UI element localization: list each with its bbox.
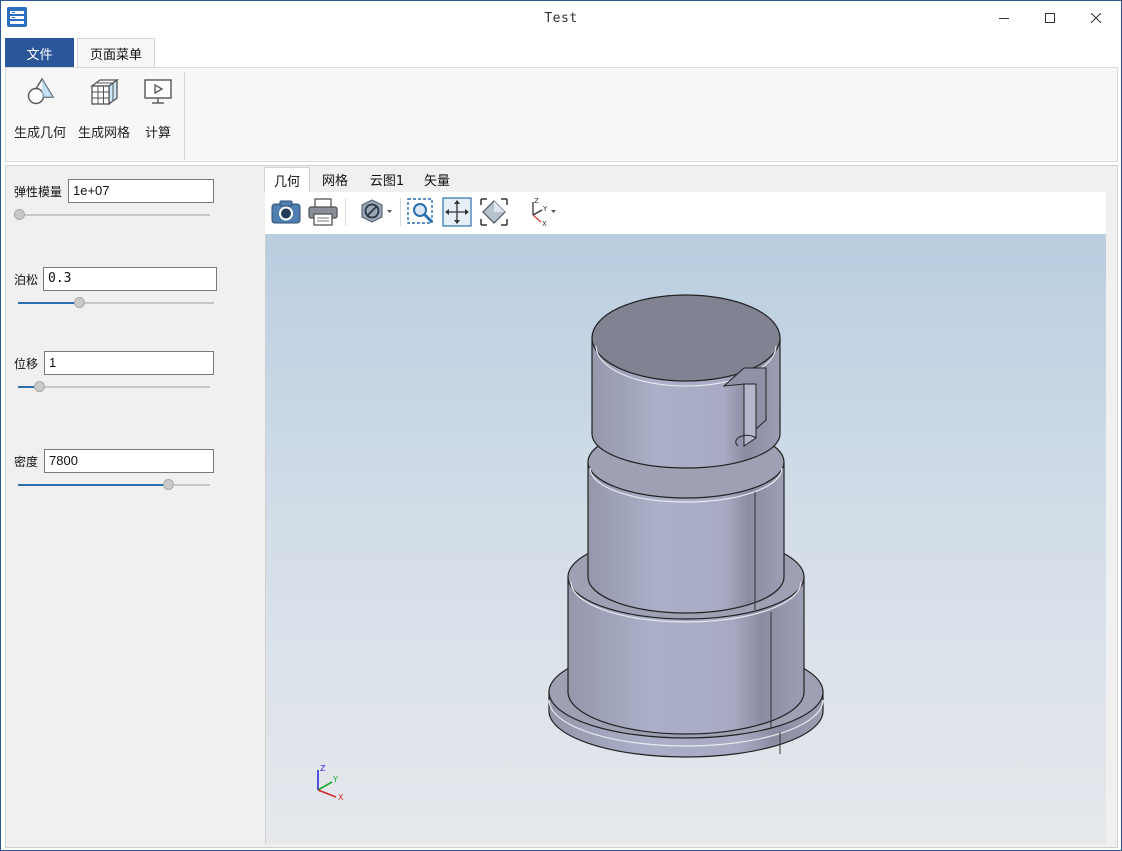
param-label-elastic-modulus: 弹性模量	[14, 185, 63, 199]
density-input[interactable]: 7800	[44, 449, 214, 473]
slider-thumb[interactable]	[73, 297, 85, 308]
pan-button[interactable]	[441, 196, 473, 228]
pan-icon	[442, 197, 472, 227]
elastic-modulus-input[interactable]: 1e+07	[68, 179, 214, 203]
density-slider[interactable]	[18, 479, 210, 491]
toolbar-separator	[345, 198, 346, 226]
slider-fill	[18, 302, 79, 304]
close-button[interactable]	[1073, 1, 1119, 35]
displacement-slider[interactable]	[18, 381, 210, 393]
camera-icon	[271, 200, 301, 224]
generate-mesh-label: 生成网格	[78, 126, 131, 141]
axis-triad: Z Y X	[317, 764, 344, 802]
zoom-window-button[interactable]	[405, 196, 437, 228]
triad-y-axis	[317, 781, 333, 791]
param-label-density: 密度	[14, 455, 39, 469]
triad-x-axis	[317, 789, 337, 798]
tab-page-menu[interactable]: 页面菜单	[77, 38, 155, 68]
generate-mesh-button[interactable]: 生成网格	[78, 74, 130, 141]
shaft-model	[548, 294, 824, 758]
triad-y-label: Y	[332, 775, 338, 784]
3d-viewport[interactable]: Z Y X	[265, 234, 1106, 844]
slider-thumb[interactable]	[14, 209, 25, 220]
mesh-cube-icon	[90, 78, 119, 106]
main-area: 弹性模量 1e+07 泊松 0.3 位移 1 密度 7800 几何 网格 云图1…	[5, 165, 1118, 848]
app-window: Test 文件 页面菜单 生成几何 生成网格 计算 弹性模量 1e+07 泊松 …	[0, 0, 1122, 851]
triad-x-label: X	[338, 793, 344, 802]
elastic-modulus-slider[interactable]	[14, 209, 210, 221]
view-toolbar: Z Y X	[265, 192, 1106, 234]
axis-orientation-dropdown[interactable]: Z Y X	[523, 196, 559, 228]
tab-file[interactable]: 文件	[5, 38, 74, 68]
slider-track	[14, 214, 210, 216]
title-bar: Test	[1, 1, 1121, 37]
print-icon	[308, 198, 338, 226]
close-icon	[1091, 13, 1101, 23]
slider-fill	[18, 484, 168, 486]
displacement-input[interactable]: 1	[44, 351, 214, 375]
tab-geometry[interactable]: 几何	[264, 167, 310, 192]
hide-shape-dropdown[interactable]	[357, 196, 397, 228]
generate-geometry-label: 生成几何	[14, 126, 67, 141]
fit-all-button[interactable]	[478, 196, 510, 228]
ribbon-separator	[184, 72, 185, 160]
zoom-window-icon	[407, 198, 434, 224]
toolbar-separator	[400, 198, 401, 226]
poisson-slider[interactable]	[18, 297, 214, 309]
hide-shape-icon	[361, 199, 392, 223]
slider-track	[18, 386, 210, 388]
svg-text:Z: Z	[534, 197, 539, 205]
param-label-poisson: 泊松	[14, 273, 39, 287]
triad-z-label: Z	[320, 764, 326, 773]
tab-contour-1[interactable]: 云图1	[362, 167, 412, 192]
maximize-icon	[1045, 13, 1055, 23]
param-label-displacement: 位移	[14, 357, 39, 371]
generate-geometry-button[interactable]: 生成几何	[14, 74, 66, 141]
tab-mesh[interactable]: 网格	[312, 167, 358, 192]
geometry-shapes-icon	[27, 77, 55, 105]
minimize-button[interactable]	[981, 1, 1027, 35]
poisson-input[interactable]: 0.3	[43, 267, 217, 291]
compute-label: 计算	[144, 126, 171, 141]
svg-text:X: X	[542, 220, 547, 227]
compute-monitor-icon	[144, 79, 172, 104]
svg-text:Y: Y	[542, 205, 548, 213]
tab-vector[interactable]: 矢量	[414, 167, 460, 192]
screenshot-button[interactable]	[270, 196, 302, 228]
compute-button[interactable]: 计算	[140, 74, 176, 141]
slider-thumb[interactable]	[34, 381, 46, 392]
axis-orientation-icon: Z Y X	[532, 197, 556, 227]
window-title: Test	[544, 11, 578, 26]
maximize-button[interactable]	[1027, 1, 1073, 35]
slider-thumb[interactable]	[162, 479, 174, 490]
ribbon-panel: 生成几何 生成网格 计算	[5, 67, 1118, 162]
print-button[interactable]	[307, 196, 339, 228]
fit-all-icon	[480, 198, 508, 226]
minimize-icon	[999, 18, 1009, 19]
